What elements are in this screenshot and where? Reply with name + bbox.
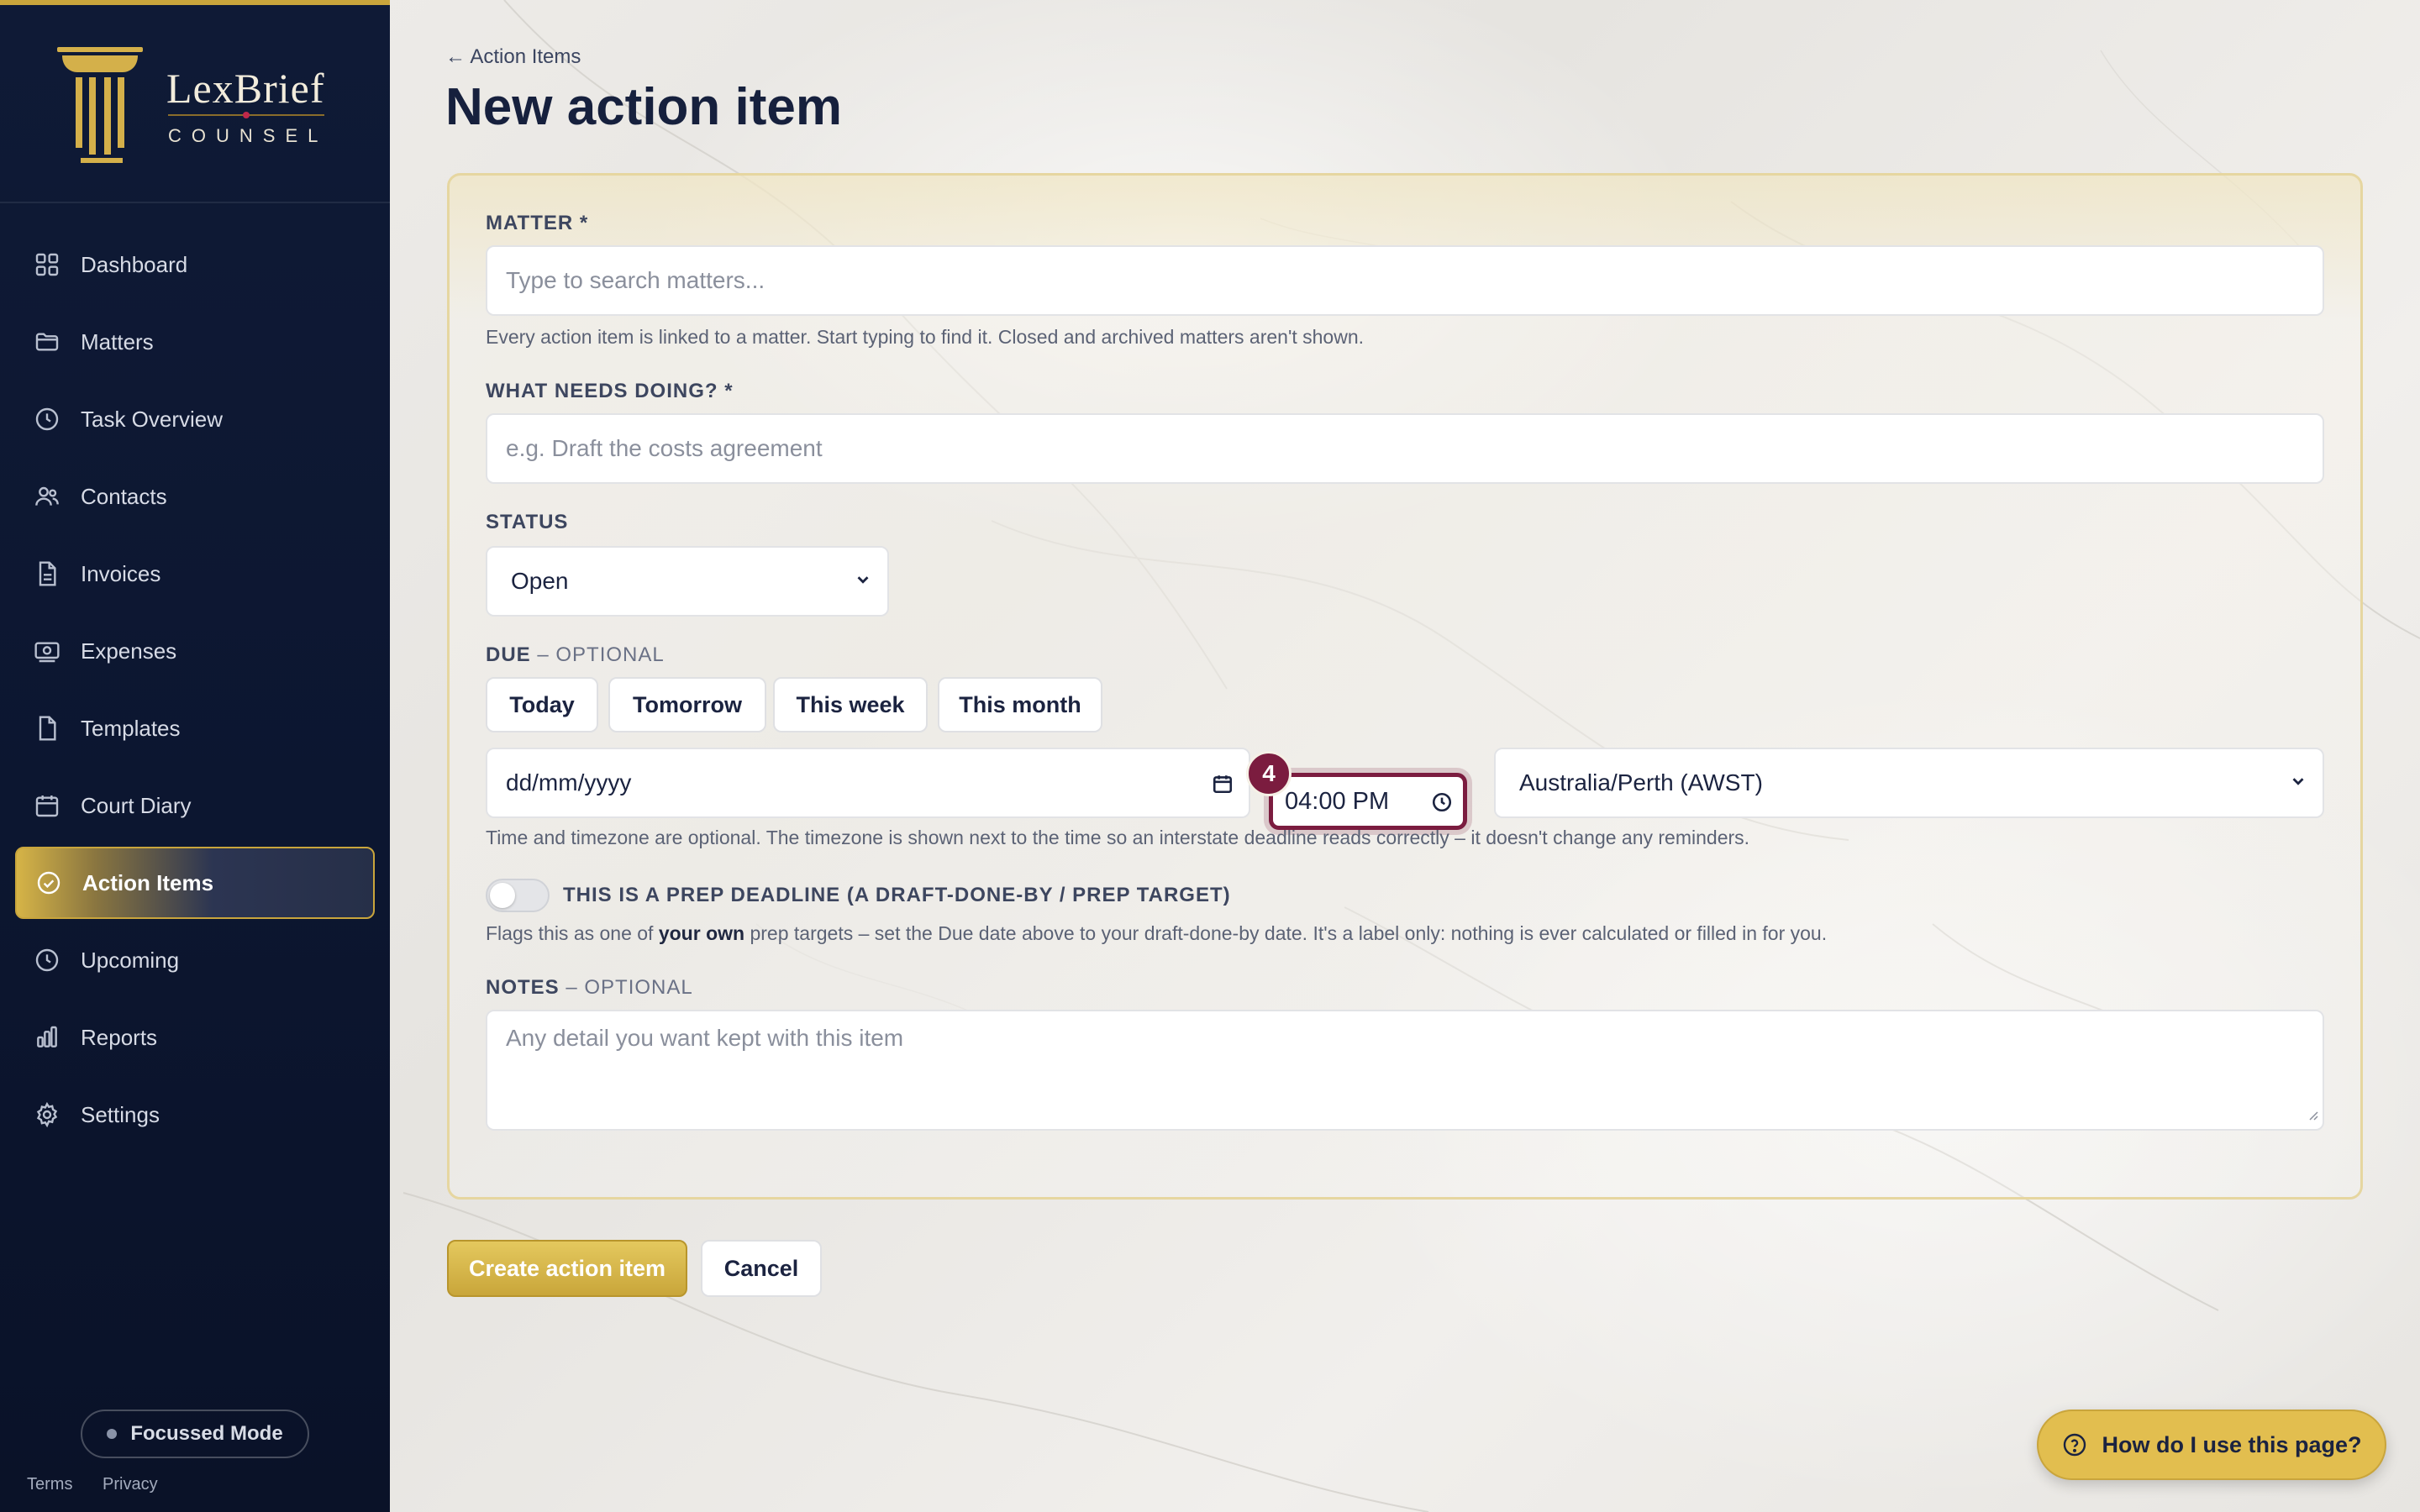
brand-dot — [243, 112, 250, 118]
sidebar-item-label: Contacts — [81, 483, 167, 509]
toggle-knob — [490, 883, 515, 908]
due-optional: – OPTIONAL — [530, 643, 665, 666]
sidebar-item-court-diary[interactable]: Court Diary — [15, 769, 375, 842]
due-help: Time and timezone are optional. The time… — [486, 827, 1750, 848]
sidebar-item-action-items[interactable]: Action Items — [15, 847, 375, 919]
prep-help-bold: your own — [658, 922, 745, 944]
prep-help-before: Flags this as one of — [486, 922, 659, 944]
sidebar-item-label: Invoices — [81, 560, 161, 586]
clock-icon — [34, 947, 60, 974]
due-this-week-button[interactable]: This week — [773, 677, 928, 732]
due-today-button[interactable]: Today — [486, 677, 598, 732]
notes-textarea[interactable]: Any detail you want kept with this item — [486, 1010, 2324, 1131]
grid-icon — [34, 251, 60, 278]
sidebar-item-label: Task Overview — [81, 406, 224, 432]
sidebar-item-reports[interactable]: Reports — [15, 1001, 375, 1074]
status-value: Open — [511, 568, 569, 594]
step-badge: 4 — [1246, 751, 1292, 796]
focussed-mode-button[interactable]: Focussed Mode — [81, 1410, 309, 1458]
brand-name: LexBrief — [166, 65, 325, 112]
sidebar-item-label: Court Diary — [81, 792, 192, 818]
matter-help: Every action item is linked to a matter.… — [486, 326, 1364, 348]
footer-links: Terms Privacy — [27, 1475, 183, 1494]
due-this-month-button[interactable]: This month — [938, 677, 1102, 732]
cancel-button[interactable]: Cancel — [701, 1240, 822, 1297]
due-label: DUE – OPTIONAL — [486, 643, 665, 667]
status-select[interactable]: Open — [486, 546, 889, 617]
clock-icon[interactable] — [1431, 791, 1453, 820]
timezone-select[interactable]: Australia/Perth (AWST) — [1494, 748, 2324, 818]
calendar-icon — [34, 792, 60, 819]
status-dot-icon — [107, 1429, 118, 1439]
sidebar-item-contacts[interactable]: Contacts — [15, 460, 375, 533]
chevron-down-icon — [2289, 769, 2307, 796]
sidebar-item-settings[interactable]: Settings — [15, 1079, 375, 1151]
calendar-icon[interactable] — [1212, 773, 1234, 801]
bar-chart-icon — [34, 1024, 60, 1051]
sidebar-item-label: Upcoming — [81, 947, 180, 973]
sidebar-item-invoices[interactable]: Invoices — [15, 538, 375, 610]
terms-link[interactable]: Terms — [27, 1475, 72, 1494]
notes-label: NOTES – OPTIONAL — [486, 976, 693, 1000]
time-value: 04:00 PM — [1285, 787, 1390, 815]
check-circle-icon — [35, 869, 62, 896]
prep-deadline-toggle[interactable] — [486, 879, 550, 912]
notes-optional: – OPTIONAL — [559, 976, 693, 999]
sidebar-item-matters[interactable]: Matters — [15, 306, 375, 378]
pillar-logo-icon — [57, 47, 143, 163]
brand[interactable]: LexBrief COUNSEL — [0, 5, 390, 203]
sidebar-item-label: Matters — [81, 328, 154, 354]
sidebar-item-expenses[interactable]: Expenses — [15, 615, 375, 687]
sidebar-item-templates[interactable]: Templates — [15, 692, 375, 764]
matter-placeholder: Type to search matters... — [506, 267, 765, 293]
sidebar-item-upcoming[interactable]: Upcoming — [15, 924, 375, 996]
matter-search-input[interactable]: Type to search matters... — [486, 245, 2324, 316]
clock-icon — [34, 406, 60, 433]
sidebar-item-label: Settings — [81, 1101, 160, 1127]
prep-help-after: prep targets – set the Due date above to… — [744, 922, 1828, 944]
prep-deadline-help: Flags this as one of your own prep targe… — [486, 922, 1827, 945]
notes-label-text: NOTES — [486, 976, 560, 999]
notes-placeholder: Any detail you want kept with this item — [506, 1025, 904, 1051]
status-label: STATUS — [486, 511, 569, 533]
sidebar-item-label: Reports — [81, 1024, 158, 1050]
banknote-icon — [34, 638, 60, 664]
due-tomorrow-button[interactable]: Tomorrow — [608, 677, 766, 732]
timezone-value: Australia/Perth (AWST) — [1519, 769, 1763, 795]
matter-label: MATTER * — [486, 212, 589, 234]
users-icon — [34, 483, 60, 510]
what-needs-doing-input[interactable]: e.g. Draft the costs agreement — [486, 413, 2324, 484]
create-action-item-button[interactable]: Create action item — [447, 1240, 687, 1297]
date-placeholder: dd/mm/yyyy — [506, 769, 632, 795]
folder-icon — [34, 328, 60, 355]
gear-icon — [34, 1101, 60, 1128]
sidebar-item-dashboard[interactable]: Dashboard — [15, 228, 375, 301]
help-button-label: How do I use this page? — [2102, 1431, 2362, 1457]
help-button[interactable]: How do I use this page? — [2037, 1410, 2386, 1480]
chevron-down-icon — [854, 568, 872, 595]
due-time-input[interactable]: 04:00 PM — [1269, 773, 1467, 830]
privacy-link[interactable]: Privacy — [103, 1475, 158, 1494]
sidebar-item-task-overview[interactable]: Task Overview — [15, 383, 375, 455]
question-circle-icon — [2061, 1431, 2088, 1458]
sidebar-item-label: Action Items — [82, 869, 214, 895]
what-placeholder: e.g. Draft the costs agreement — [506, 435, 823, 461]
brand-sub: COUNSEL — [168, 125, 329, 146]
due-date-input[interactable]: dd/mm/yyyy — [486, 748, 1250, 818]
focussed-mode-label: Focussed Mode — [130, 1422, 283, 1445]
due-label-text: DUE — [486, 643, 531, 666]
resize-handle-icon[interactable] — [2306, 1100, 2319, 1127]
sidebar-item-label: Expenses — [81, 638, 177, 664]
prep-deadline-label: THIS IS A PREP DEADLINE (A DRAFT-DONE-BY… — [563, 884, 1231, 906]
back-link[interactable]: ← Action Items — [445, 45, 581, 69]
file-icon — [34, 715, 60, 742]
sidebar-item-label: Dashboard — [81, 251, 188, 277]
document-icon — [34, 560, 60, 587]
sidebar-nav: Dashboard Matters Task Overview Contacts… — [15, 228, 375, 1156]
sidebar: LexBrief COUNSEL Dashboard Matters Task … — [0, 0, 390, 1512]
what-label: WHAT NEEDS DOING? * — [486, 380, 734, 402]
sidebar-item-label: Templates — [81, 715, 181, 741]
page-title: New action item — [445, 78, 842, 136]
